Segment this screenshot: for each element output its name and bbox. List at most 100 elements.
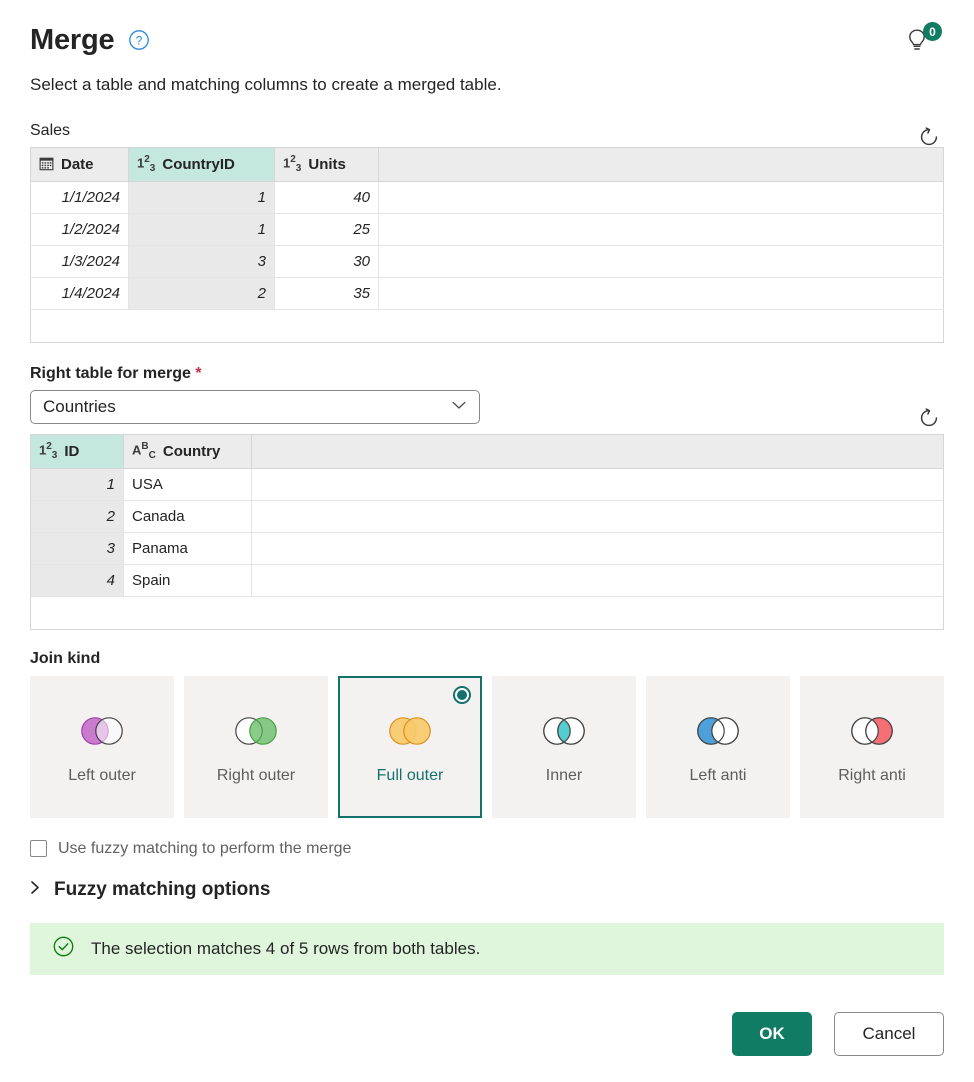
- cell-id: 2: [30, 500, 124, 533]
- fuzzy-matching-checkbox-label: Use fuzzy matching to perform the merge: [58, 839, 352, 857]
- right-table-dropdown[interactable]: Countries: [30, 390, 480, 425]
- right-table-field-label-text: Right table for merge: [30, 365, 191, 383]
- venn-right-outer-icon: [228, 714, 284, 753]
- fuzzy-matching-options-label: Fuzzy matching options: [54, 878, 271, 900]
- right-table-block: Right table for merge * Countries 123 ID…: [30, 365, 944, 630]
- cell-filler: [251, 468, 944, 501]
- dialog-header: Merge ?: [30, 18, 944, 62]
- cell-id: 1: [30, 468, 124, 501]
- join-option-label: Full outer: [376, 767, 444, 785]
- cell-date: 1/1/2024: [30, 181, 129, 215]
- fuzzy-matching-checkbox[interactable]: [30, 840, 47, 858]
- cell-filler: [378, 181, 944, 215]
- column-header-countryid[interactable]: 123 CountryID: [128, 147, 275, 183]
- table-empty-row: [30, 596, 944, 630]
- left-table-block: Sales Date 123 CountryID 123 Units 1/1/2…: [30, 96, 944, 344]
- required-marker: *: [195, 365, 202, 383]
- join-option-full-outer[interactable]: Full outer: [338, 675, 482, 818]
- number-type-icon: 123: [283, 154, 302, 175]
- cell-id: 4: [30, 564, 124, 597]
- cell-id: 3: [30, 532, 124, 565]
- venn-right-anti-icon: [844, 714, 900, 753]
- column-header-filler: [251, 434, 944, 469]
- cell-country: Spain: [123, 564, 252, 597]
- join-option-left-anti[interactable]: Left anti: [646, 675, 790, 818]
- join-option-inner[interactable]: Inner: [492, 675, 636, 818]
- join-option-radio-selected[interactable]: [453, 685, 471, 704]
- table-row[interactable]: 1/2/2024 1 25: [30, 213, 944, 247]
- cell-country: Panama: [123, 532, 252, 565]
- join-kind-label: Join kind: [30, 649, 101, 667]
- column-header-units[interactable]: 123 Units: [274, 147, 379, 183]
- cell-countryid: 1: [128, 181, 275, 215]
- column-header-date[interactable]: Date: [30, 147, 129, 183]
- column-header-country[interactable]: ABC Country: [123, 434, 252, 469]
- table-row[interactable]: 1/3/2024 3 30: [30, 245, 944, 279]
- join-option-label: Right anti: [838, 767, 906, 785]
- cell-units: 30: [274, 245, 379, 279]
- join-option-label: Left outer: [68, 767, 136, 785]
- table-row[interactable]: 4 Spain: [30, 564, 944, 597]
- cell-filler: [378, 213, 944, 247]
- table-row[interactable]: 1/1/2024 1 40: [30, 181, 944, 215]
- fuzzy-matching-checkbox-row[interactable]: Use fuzzy matching to perform the merge: [30, 840, 944, 858]
- join-option-right-anti[interactable]: Right anti: [800, 675, 944, 818]
- status-message: The selection matches 4 of 5 rows from b…: [91, 938, 481, 958]
- right-table-dropdown-value: Countries: [43, 397, 116, 417]
- table-row[interactable]: 1 USA: [30, 468, 944, 501]
- svg-text:?: ?: [136, 33, 143, 47]
- cell-date: 1/2/2024: [30, 213, 129, 247]
- cell-units: 25: [274, 213, 379, 247]
- cell-countryid: 3: [128, 245, 275, 279]
- chevron-down-icon: [449, 395, 469, 420]
- table-header-row: 123 ID ABC Country: [30, 434, 944, 469]
- check-circle-icon: [52, 935, 75, 963]
- column-header-label: Date: [61, 156, 94, 174]
- cell-filler: [251, 532, 944, 565]
- page-title: Merge: [30, 23, 115, 56]
- left-table-label: Sales: [30, 122, 71, 140]
- refresh-icon-right-table[interactable]: [914, 403, 944, 433]
- cell-date: 1/3/2024: [30, 245, 129, 279]
- number-type-icon: 123: [39, 441, 58, 461]
- join-option-right-outer[interactable]: Right outer: [184, 675, 328, 818]
- join-option-label: Left anti: [689, 767, 747, 785]
- cell-countryid: 2: [128, 277, 275, 311]
- cell-filler: [251, 564, 944, 597]
- fuzzy-matching-options-expander[interactable]: Fuzzy matching options: [30, 879, 944, 901]
- refresh-icon-left-table[interactable]: [914, 122, 944, 152]
- cancel-button[interactable]: Cancel: [834, 1012, 944, 1056]
- venn-left-anti-icon: [690, 714, 746, 753]
- column-header-id[interactable]: 123 ID: [30, 434, 124, 469]
- join-option-left-outer[interactable]: Left outer: [30, 675, 174, 818]
- status-banner: The selection matches 4 of 5 rows from b…: [30, 922, 944, 975]
- question-circle-icon[interactable]: ?: [128, 29, 150, 51]
- cell-filler: [378, 277, 944, 311]
- table-header-row: Date 123 CountryID 123 Units: [30, 147, 944, 183]
- venn-inner-icon: [536, 714, 592, 753]
- table-empty-row: [30, 309, 944, 343]
- cell-filler: [378, 245, 944, 279]
- venn-full-outer-icon: [382, 714, 438, 753]
- cell-units: 35: [274, 277, 379, 311]
- cell-filler: [251, 500, 944, 533]
- number-type-icon: 123: [137, 154, 156, 175]
- cell-country: Canada: [123, 500, 252, 533]
- cell-country: USA: [123, 468, 252, 501]
- merge-dialog: Merge ? 0 Select a table and matching co…: [0, 0, 974, 1082]
- ok-button[interactable]: OK: [732, 1012, 812, 1056]
- right-table-preview[interactable]: 123 ID ABC Country 1 USA 2 Canada 3 Pana…: [30, 434, 944, 630]
- chevron-right-icon: [30, 880, 41, 900]
- right-table-field-label: Right table for merge *: [30, 365, 944, 383]
- join-kind-options: Left outer Right outer Full outer Inner …: [30, 675, 944, 818]
- column-header-filler: [378, 147, 944, 183]
- tips-badge-count: 0: [923, 22, 942, 41]
- table-row[interactable]: 2 Canada: [30, 500, 944, 533]
- left-table-preview[interactable]: Date 123 CountryID 123 Units 1/1/2024 1 …: [30, 147, 944, 344]
- tips-button[interactable]: 0: [904, 22, 944, 56]
- cell-date: 1/4/2024: [30, 277, 129, 311]
- column-header-label: Country: [162, 442, 221, 460]
- cell-countryid: 1: [128, 213, 275, 247]
- table-row[interactable]: 3 Panama: [30, 532, 944, 565]
- table-row[interactable]: 1/4/2024 2 35: [30, 277, 944, 311]
